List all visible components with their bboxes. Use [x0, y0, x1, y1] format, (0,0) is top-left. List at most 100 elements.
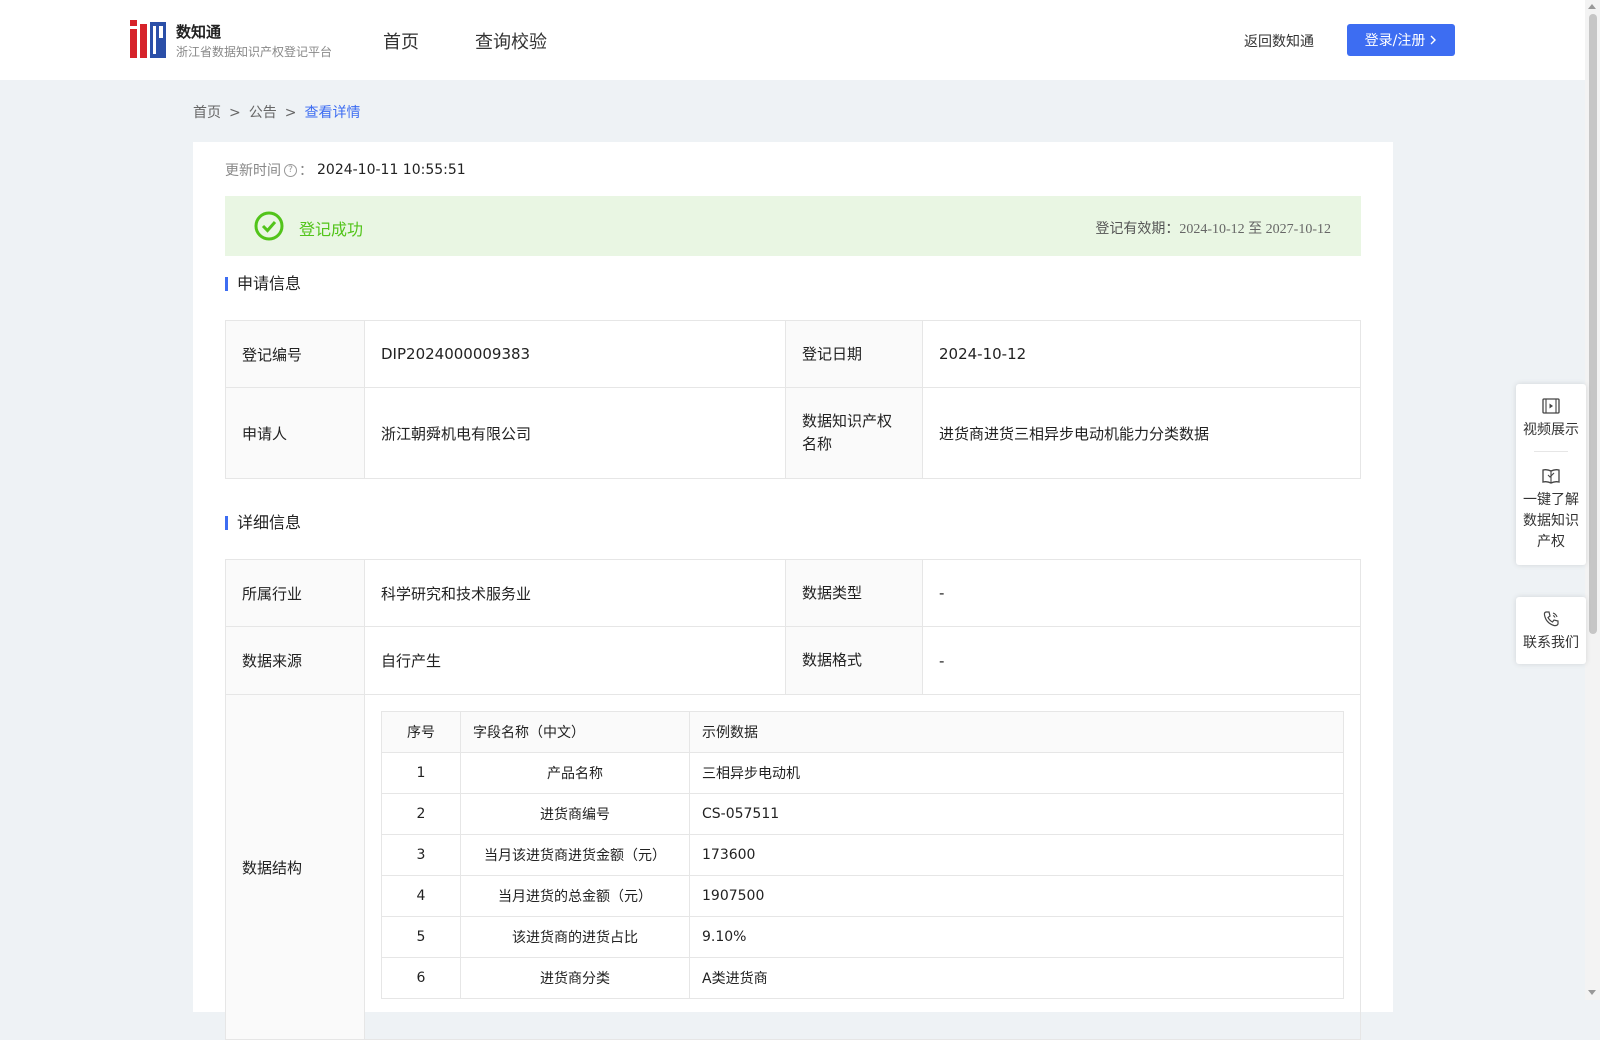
login-register-button[interactable]: 登录/注册 [1347, 24, 1455, 56]
phone-icon [1543, 611, 1559, 627]
table-row: 数据来源 自行产生 数据格式 - [225, 626, 1361, 695]
detail-card: 更新时间 ? ： 2024-10-11 10:55:51 登记成功 登记有效期：… [193, 142, 1393, 1040]
update-time-colon: ： [299, 163, 313, 179]
detail-info-table: 所属行业 科学研究和技术服务业 数据类型 - 数据来源 自行产生 数据格式 - … [225, 559, 1361, 1040]
row-index: 3 [381, 834, 461, 876]
status-text: 登记成功 [299, 220, 364, 239]
table-row: 5 该进货商的进货占比 9.10% [381, 916, 1344, 958]
learn-ip-button[interactable]: 一键了解数据知识产权 [1516, 452, 1586, 565]
format-value: - [922, 626, 1361, 695]
source-label: 数据来源 [225, 626, 365, 695]
scroll-thumb[interactable] [1589, 14, 1597, 634]
row-field-name: 进货商编号 [460, 793, 690, 835]
breadcrumb: 首页 > 公告 > 查看详情 [193, 102, 360, 122]
row-sample-data: 1907500 [689, 875, 1344, 917]
data-type-value: - [922, 559, 1361, 627]
row-index: 5 [381, 916, 461, 958]
row-field-name: 当月该进货商进货金额（元） [460, 834, 690, 876]
video-icon [1542, 398, 1560, 414]
back-to-main-link[interactable]: 返回数知通 [1244, 31, 1314, 51]
applicant-value: 浙江朝舜机电有限公司 [364, 387, 786, 479]
table-row: 所属行业 科学研究和技术服务业 数据类型 - [225, 559, 1361, 627]
update-time: 更新时间 ? ： 2024-10-11 10:55:51 [225, 160, 466, 180]
breadcrumb-notice[interactable]: 公告 [249, 105, 277, 121]
table-row: 1 产品名称 三相异步电动机 [381, 752, 1344, 794]
structure-label: 数据结构 [225, 694, 365, 1040]
row-sample-data: A类进货商 [689, 957, 1344, 999]
book-icon [1542, 469, 1560, 484]
row-field-name: 当月进货的总金额（元） [460, 875, 690, 917]
logo-icon[interactable] [130, 20, 166, 58]
video-showcase-button[interactable]: 视频展示 [1516, 384, 1586, 451]
column-header-field: 字段名称（中文） [460, 711, 690, 753]
side-float-panel: 视频展示 一键了解数据知识产权 [1516, 384, 1586, 565]
learn-ip-label: 一键了解数据知识产权 [1523, 492, 1579, 550]
row-field-name: 进货商分类 [460, 957, 690, 999]
update-time-label: 更新时间 [225, 163, 281, 179]
reg-date-label: 登记日期 [785, 320, 923, 388]
reg-date-value: 2024-10-12 [922, 320, 1361, 388]
application-info-table: 登记编号 DIP2024000009383 登记日期 2024-10-12 申请… [225, 320, 1361, 479]
format-label: 数据格式 [785, 626, 923, 695]
ip-name-label: 数据知识产权名称 [785, 387, 923, 479]
structure-header-row: 序号 字段名称（中文） 示例数据 [381, 711, 1344, 753]
top-header: 数知通 浙江省数据知识产权登记平台 首页 查询校验 返回数知通 登录/注册 [0, 0, 1585, 80]
row-field-name: 产品名称 [460, 752, 690, 794]
row-sample-data: 173600 [689, 834, 1344, 876]
row-index: 2 [381, 793, 461, 835]
column-header-sample: 示例数据 [689, 711, 1344, 753]
question-icon[interactable]: ? [284, 163, 297, 177]
table-row: 登记编号 DIP2024000009383 登记日期 2024-10-12 [225, 320, 1361, 388]
update-time-value: 2024-10-11 10:55:51 [317, 162, 466, 178]
section-title-application: 申请信息 [225, 276, 301, 292]
table-row: 4 当月进货的总金额（元） 1907500 [381, 875, 1344, 917]
table-row: 3 当月该进货商进货金额（元） 173600 [381, 834, 1344, 876]
page-scrollbar[interactable] [1585, 0, 1600, 1000]
ip-name-value: 进货商进货三相异步电动机能力分类数据 [922, 387, 1361, 479]
logo-subtitle: 浙江省数据知识产权登记平台 [176, 45, 333, 59]
login-register-label: 登录/注册 [1364, 33, 1426, 49]
breadcrumb-separator: > [229, 105, 241, 121]
video-showcase-label: 视频展示 [1523, 422, 1579, 438]
structure-table-body: 1 产品名称 三相异步电动机 2 进货商编号 CS-057511 3 当月该进货商进货金额（元… [381, 752, 1344, 999]
nav-query-verify[interactable]: 查询校验 [475, 28, 547, 54]
logo-title[interactable]: 数知通 [176, 21, 221, 42]
table-row: 2 进货商编号 CS-057511 [381, 793, 1344, 835]
scroll-up-icon[interactable] [1588, 4, 1596, 9]
breadcrumb-current: 查看详情 [304, 105, 361, 121]
validity-value: 2024-10-12 至 2027-10-12 [1179, 222, 1331, 237]
industry-value: 科学研究和技术服务业 [364, 559, 786, 627]
applicant-label: 申请人 [225, 387, 365, 479]
row-index: 1 [381, 752, 461, 794]
side-float-contact: 联系我们 [1516, 597, 1586, 664]
table-row: 数据结构 序号 字段名称（中文） 示例数据 1 产品名称 三相异步电动机 2 进货商编号… [225, 694, 1361, 1040]
industry-label: 所属行业 [225, 559, 365, 627]
source-value: 自行产生 [364, 626, 786, 695]
scroll-down-icon[interactable] [1588, 990, 1596, 995]
structure-cell: 序号 字段名称（中文） 示例数据 1 产品名称 三相异步电动机 2 进货商编号 CS-05… [364, 694, 1361, 1040]
breadcrumb-separator: > [284, 105, 297, 121]
structure-table: 序号 字段名称（中文） 示例数据 1 产品名称 三相异步电动机 2 进货商编号 CS-05… [381, 711, 1344, 999]
row-sample-data: 9.10% [689, 916, 1344, 958]
check-circle-icon [254, 211, 284, 241]
table-row: 申请人 浙江朝舜机电有限公司 数据知识产权名称 进货商进货三相异步电动机能力分类… [225, 387, 1361, 479]
contact-us-button[interactable]: 联系我们 [1516, 597, 1586, 664]
section-title-detail: 详细信息 [225, 515, 301, 531]
row-sample-data: 三相异步电动机 [689, 752, 1344, 794]
row-sample-data: CS-057511 [689, 793, 1344, 835]
validity-period: 登记有效期：2024-10-12 至 2027-10-12 [1095, 218, 1331, 238]
row-index: 4 [381, 875, 461, 917]
breadcrumb-home[interactable]: 首页 [193, 105, 221, 121]
column-header-index: 序号 [381, 711, 461, 753]
status-banner: 登记成功 登记有效期：2024-10-12 至 2027-10-12 [225, 196, 1361, 256]
reg-no-label: 登记编号 [225, 320, 365, 388]
table-row: 6 进货商分类 A类进货商 [381, 957, 1344, 999]
validity-label: 登记有效期： [1095, 221, 1180, 237]
contact-us-label: 联系我们 [1523, 635, 1579, 651]
row-index: 6 [381, 957, 461, 999]
row-field-name: 该进货商的进货占比 [460, 916, 690, 958]
reg-no-value: DIP2024000009383 [364, 320, 786, 388]
chevron-right-icon [1430, 35, 1437, 45]
nav-home[interactable]: 首页 [383, 28, 419, 54]
data-type-label: 数据类型 [785, 559, 923, 627]
